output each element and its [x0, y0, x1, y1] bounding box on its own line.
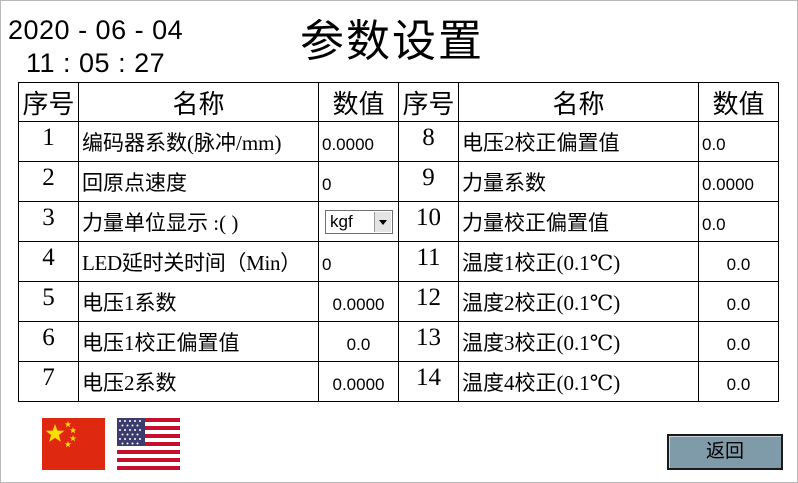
param-temp3-correction-input[interactable]: 0.0 — [698, 321, 779, 362]
param-temp2-correction-label: 温度2校正(0.1℃) — [458, 281, 699, 322]
param-force-unit-cell: kgf — [318, 201, 399, 242]
param-voltage2-offset-label: 电压2校正偏置值 — [458, 121, 699, 162]
param-force-offset-label: 力量校正偏置值 — [458, 201, 699, 242]
row-seq: 14 — [398, 361, 459, 402]
table-row: 4 LED延时关时间（Min） 0 11 温度1校正(0.1℃) 0.0 — [18, 241, 779, 282]
table-row: 7 电压2系数 0.0000 14 温度4校正(0.1℃) 0.0 — [18, 361, 779, 402]
param-voltage1-offset-input[interactable]: 0.0 — [318, 321, 399, 362]
param-force-coefficient-input[interactable]: 0.0000 — [698, 161, 779, 202]
header-name: 名称 — [458, 82, 699, 122]
param-voltage2-coefficient-input[interactable]: 0.0000 — [318, 361, 399, 402]
table-header-row: 序号 名称 数值 序号 名称 数值 — [18, 82, 779, 122]
table-row: 3 力量单位显示 :( ) kgf 10 力量校正偏置值 0.0 — [18, 201, 779, 242]
param-voltage2-coefficient-label: 电压2系数 — [78, 361, 319, 402]
usa-flag-canton — [117, 418, 145, 446]
table-row: 1 编码器系数(脉冲/mm) 0.0000 8 电压2校正偏置值 0.0 — [18, 121, 779, 162]
back-button[interactable]: 返回 — [667, 434, 783, 470]
header-value: 数值 — [698, 82, 779, 122]
param-temp4-correction-label: 温度4校正(0.1℃) — [458, 361, 699, 402]
param-temp3-correction-label: 温度3校正(0.1℃) — [458, 321, 699, 362]
param-temp2-correction-input[interactable]: 0.0 — [698, 281, 779, 322]
page-title: 参数设置 — [300, 17, 484, 66]
param-led-off-delay-label: LED延时关时间（Min） — [78, 241, 319, 282]
row-seq: 2 — [18, 161, 79, 202]
china-flag-graphic — [45, 421, 77, 448]
row-seq: 10 — [398, 201, 459, 242]
force-unit-selected-value: kgf — [330, 211, 353, 231]
param-homing-speed-label: 回原点速度 — [78, 161, 319, 202]
param-voltage1-coefficient-input[interactable]: 0.0000 — [318, 281, 399, 322]
param-voltage1-coefficient-label: 电压1系数 — [78, 281, 319, 322]
header-seq: 序号 — [398, 82, 459, 122]
row-seq: 13 — [398, 321, 459, 362]
table-row: 2 回原点速度 0 9 力量系数 0.0000 — [18, 161, 779, 202]
param-voltage1-offset-label: 电压1校正偏置值 — [78, 321, 319, 362]
param-voltage2-offset-input[interactable]: 0.0 — [698, 121, 779, 162]
row-seq: 4 — [18, 241, 79, 282]
param-temp1-correction-input[interactable]: 0.0 — [698, 241, 779, 282]
table-row: 5 电压1系数 0.0000 12 温度2校正(0.1℃) 0.0 — [18, 281, 779, 322]
row-seq: 5 — [18, 281, 79, 322]
row-seq: 3 — [18, 201, 79, 242]
param-encoder-coefficient-input[interactable]: 0.0000 — [318, 121, 399, 162]
parameter-table: 序号 名称 数值 序号 名称 数值 1 编码器系数(脉冲/mm) 0.0000 … — [18, 82, 779, 402]
china-flag-icon[interactable] — [42, 418, 105, 470]
row-seq: 8 — [398, 121, 459, 162]
chevron-down-icon[interactable] — [374, 211, 391, 232]
param-force-unit-label: 力量单位显示 :( ) — [78, 201, 319, 242]
param-led-off-delay-input[interactable]: 0 — [318, 241, 399, 282]
row-seq: 12 — [398, 281, 459, 322]
row-seq: 11 — [398, 241, 459, 282]
time-display: 11 : 05 : 27 — [26, 48, 166, 78]
table-row: 6 电压1校正偏置值 0.0 13 温度3校正(0.1℃) 0.0 — [18, 321, 779, 362]
header-seq: 序号 — [18, 82, 79, 122]
row-seq: 7 — [18, 361, 79, 402]
usa-flag-icon[interactable] — [117, 418, 180, 470]
header-value: 数值 — [318, 82, 399, 122]
force-unit-select[interactable]: kgf — [325, 209, 393, 234]
row-seq: 9 — [398, 161, 459, 202]
param-temp4-correction-input[interactable]: 0.0 — [698, 361, 779, 402]
param-homing-speed-input[interactable]: 0 — [318, 161, 399, 202]
row-seq: 1 — [18, 121, 79, 162]
row-seq: 6 — [18, 321, 79, 362]
header-name: 名称 — [78, 82, 319, 122]
param-force-offset-input[interactable]: 0.0 — [698, 201, 779, 242]
date-display: 2020 - 06 - 04 — [8, 15, 184, 45]
param-force-coefficient-label: 力量系数 — [458, 161, 699, 202]
param-temp1-correction-label: 温度1校正(0.1℃) — [458, 241, 699, 282]
param-encoder-coefficient-label: 编码器系数(脉冲/mm) — [78, 121, 319, 162]
